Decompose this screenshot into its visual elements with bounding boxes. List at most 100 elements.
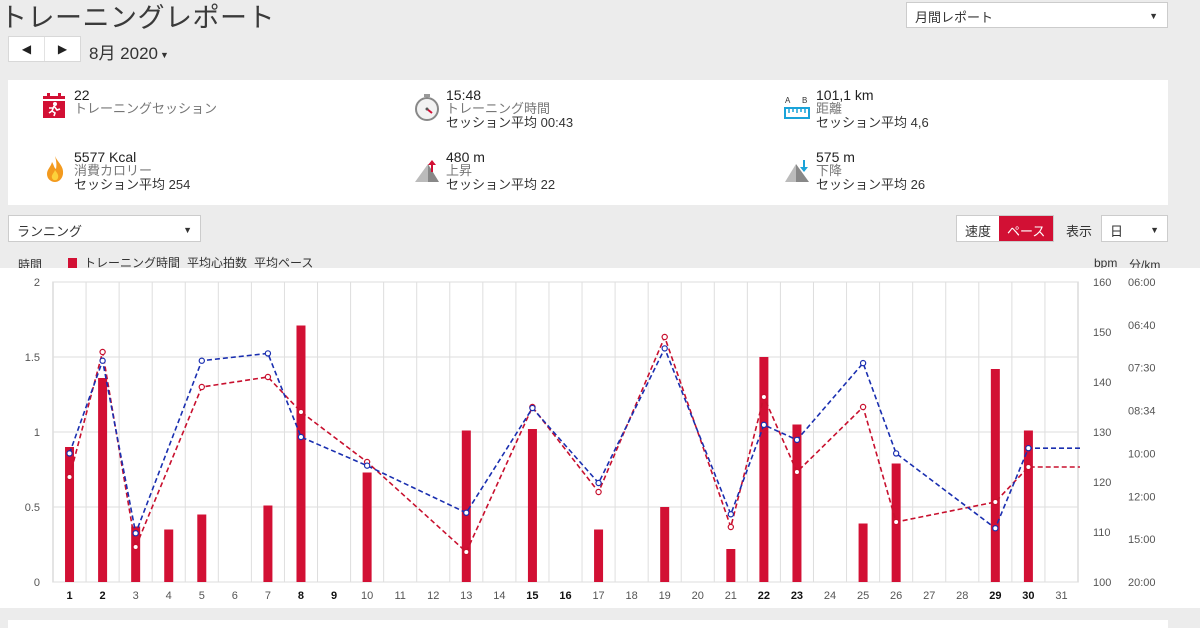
x-tick-label: 11 [394,590,405,602]
bar-day-25 [858,523,868,582]
x-tick-label: 2 [100,590,106,602]
descent-value: 575 m [816,149,855,165]
pace-point [99,357,106,364]
stat-descent: 575 m 下降 セッション平均 26 [784,150,925,192]
hr-point [760,393,768,401]
time-avg: セッション平均 00:43 [446,115,574,130]
hr-point [463,548,470,556]
pace-point [198,357,205,364]
caret-down-icon: ▼ [183,225,192,235]
y-left-tick-label: 0.5 [25,502,40,514]
hr-point [99,348,106,356]
bar-day-21 [726,549,736,582]
x-tick-label: 13 [460,590,472,602]
pace-toggle-button[interactable]: ペース [999,216,1054,241]
descent-avg: セッション平均 26 [816,177,926,192]
x-tick-label: 21 [725,590,737,602]
hr-point [727,523,735,531]
hr-point [859,403,867,411]
y-pace-tick-label: 15:00 [1128,534,1156,546]
sport-select[interactable]: ランニング ▼ [8,215,201,242]
hr-point [892,518,900,526]
y-left-tick-label: 1.5 [25,352,40,364]
y-pace-tick-label: 06:00 [1128,277,1156,289]
x-tick-label: 5 [199,590,205,602]
bottom-panel [8,620,1168,628]
bar-day-7 [263,505,273,582]
distance-ruler-icon: A B [784,96,810,119]
hr-point [66,473,73,481]
pace-point [595,479,602,487]
x-tick-label: 6 [232,590,238,602]
y-pace-tick-label: 12:00 [1128,491,1156,503]
x-tick-label: 15 [526,590,538,602]
x-tick-label: 20 [692,590,704,602]
bar-day-13 [461,430,471,582]
bar-day-5 [197,514,207,582]
x-tick-label: 3 [133,590,139,602]
y-pace-tick-label: 06:40 [1128,320,1156,332]
hr-point [132,543,139,551]
descent-label: 下降 [816,163,843,178]
y-pace-tick-label: 20:00 [1128,577,1156,589]
prev-month-button[interactable]: ◀ [9,37,44,61]
pace-point [132,530,139,537]
caret-left-icon: ◀ [21,42,32,56]
x-tick-label: 23 [791,590,803,602]
stat-distance: A B 101,1 km 距離 セッション平均 4,6 [784,88,929,130]
bar-day-8 [296,325,306,582]
distance-value: 101,1 km [816,87,874,103]
calories-label: 消費カロリー [74,163,153,178]
hr-point [992,498,999,506]
x-tick-label: 30 [1022,590,1034,602]
pace-point [1025,444,1032,452]
pace-point [727,511,735,518]
descent-icon [785,160,809,182]
x-tick-label: 9 [331,590,337,602]
x-tick-label: 7 [265,590,271,602]
pace-point [297,433,305,441]
speed-toggle-button[interactable]: 速度 [957,216,999,241]
y-left-tick-label: 0 [34,577,40,589]
x-tick-label: 1 [66,590,72,602]
x-tick-label: 24 [824,590,836,602]
y-pace-tick-label: 08:34 [1128,405,1156,417]
ascent-avg: セッション平均 22 [446,177,556,192]
pace-point [760,421,768,429]
caret-down-icon: ▼ [1149,11,1158,21]
flame-icon [47,156,64,182]
speed-pace-toggle: 速度 ペース [956,215,1055,242]
pace-point [892,450,900,457]
ascent-value: 480 m [446,149,485,165]
calendar-runner-icon [43,93,65,118]
y-hr-tick-label: 140 [1093,377,1111,389]
next-month-button[interactable]: ▶ [44,37,80,61]
period-select[interactable]: 日 ▼ [1101,215,1168,242]
distance-label: 距離 [816,101,843,116]
time-value: 15:48 [446,87,482,103]
distance-icon-a: A [785,96,791,105]
distance-avg: セッション平均 4,6 [816,115,929,130]
ascent-label: 上昇 [446,163,473,178]
stopwatch-icon [415,94,439,121]
y-left-tick-label: 1 [34,427,40,439]
x-tick-label: 19 [659,590,671,602]
sport-value: ランニング [17,224,83,239]
distance-icon-b: B [802,96,807,105]
bar-day-23 [792,424,802,582]
y-left-tick-label: 2 [34,277,40,289]
pace-point [529,404,536,412]
bar-swatch-icon [68,258,77,268]
x-tick-label: 12 [427,590,439,602]
x-tick-label: 27 [923,590,935,602]
bar-day-15 [527,429,537,582]
caret-down-icon: ▼ [160,49,169,60]
x-tick-label: 28 [956,590,968,602]
y-hr-tick-label: 130 [1093,427,1111,439]
x-tick-label: 25 [857,590,869,602]
y-hr-tick-label: 120 [1093,477,1111,489]
month-selector[interactable]: 8月 2020 ▼ [89,39,169,64]
report-type-select[interactable]: 月間レポート ▼ [906,2,1168,28]
bar-day-30 [1023,430,1033,582]
y-hr-tick-label: 110 [1093,527,1111,539]
